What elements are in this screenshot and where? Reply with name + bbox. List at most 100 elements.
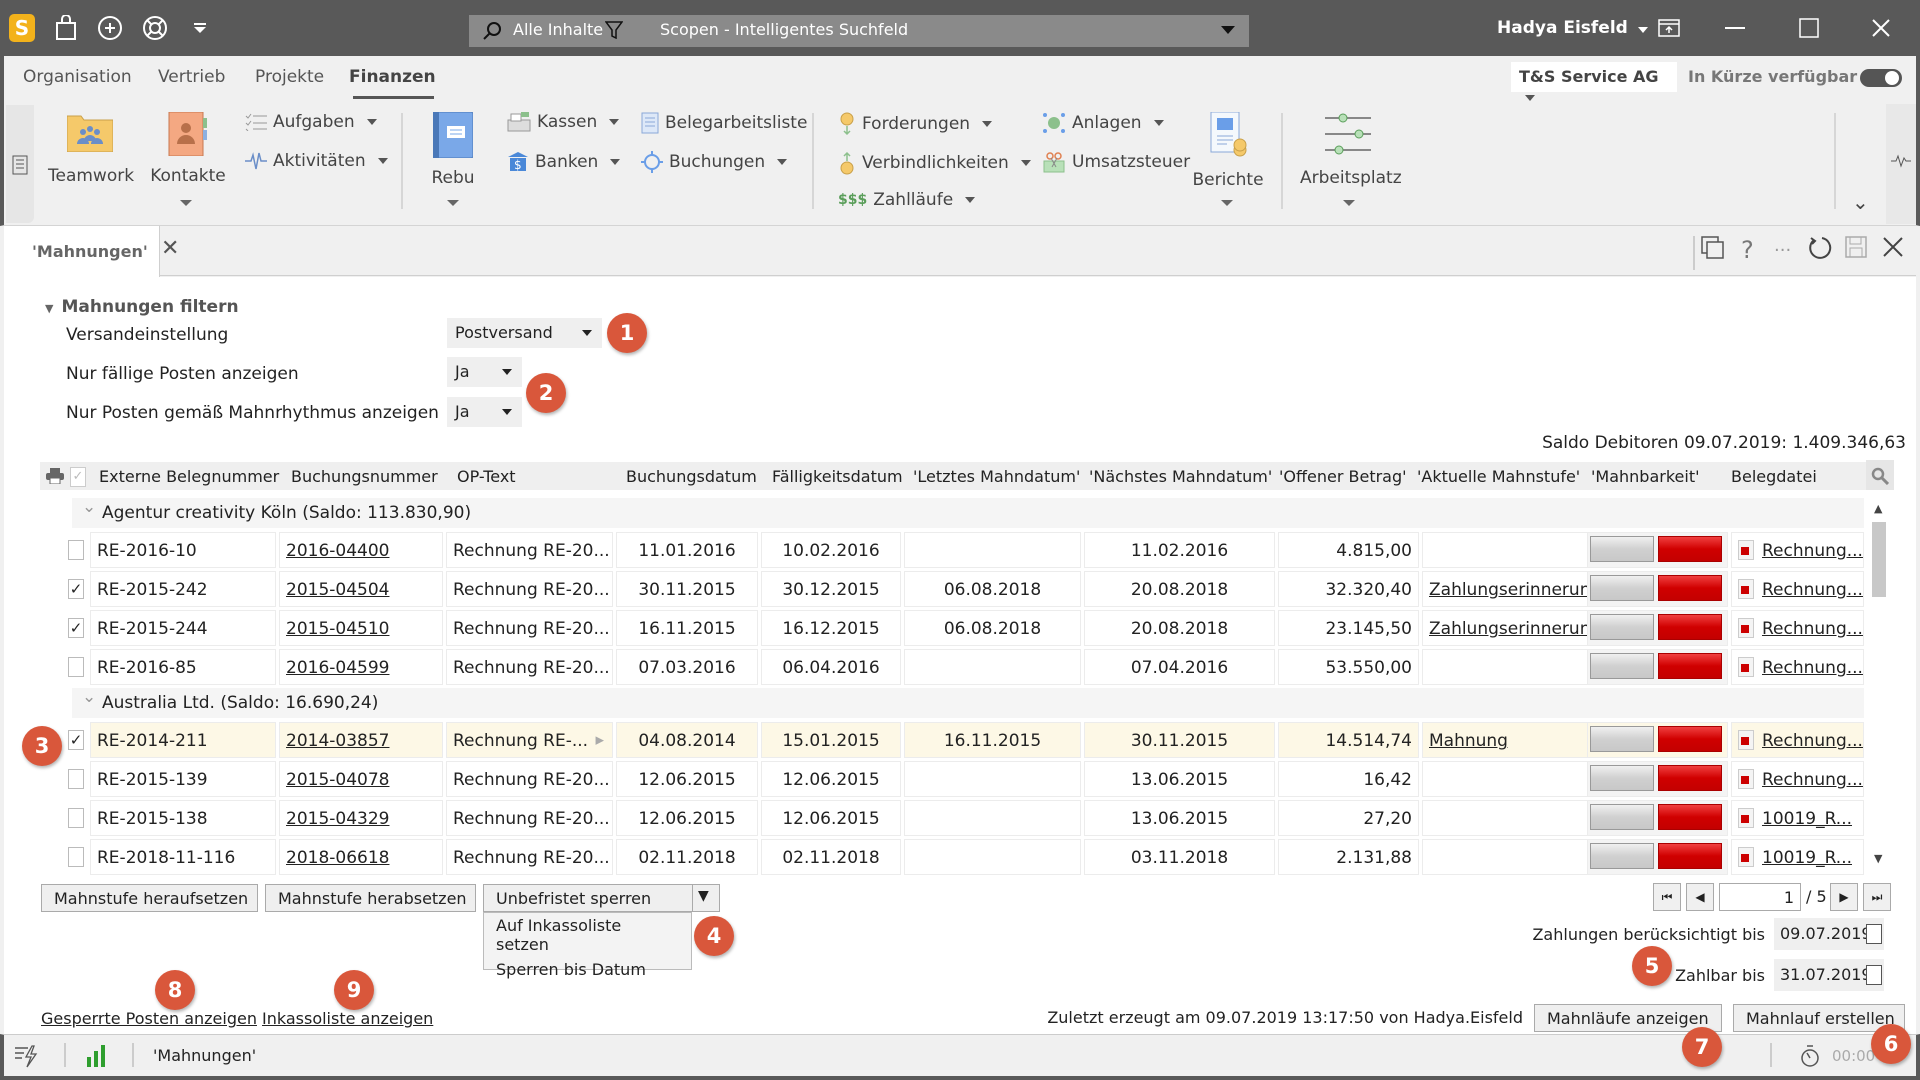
chevron-down-icon[interactable] bbox=[1221, 200, 1233, 206]
cell-buchungsnummer[interactable]: 2014-03857 bbox=[279, 722, 443, 758]
quick-actions-icon[interactable] bbox=[14, 1044, 38, 1073]
search-field[interactable]: Alle Inhalte Scopen - Intelligentes Such… bbox=[469, 15, 1249, 47]
more-options-icon[interactable]: ··· bbox=[1774, 240, 1791, 261]
table-row[interactable]: RE-2016-85 2016-04599 Rechnung RE-20... 07.… bbox=[68, 649, 1864, 685]
ribbon-buchungen-button[interactable]: Buchungen bbox=[641, 151, 788, 173]
cell-buchungsnummer[interactable]: 2015-04078 bbox=[279, 761, 443, 797]
cell-aktuelle-mahnstufe-text[interactable]: Mahnung bbox=[1429, 731, 1508, 751]
ribbon-arbeitsplatz-button[interactable]: Arbeitsplatz bbox=[1300, 112, 1402, 188]
column-header-buchungsdatum[interactable]: Buchungsdatum bbox=[626, 467, 757, 486]
refresh-icon[interactable] bbox=[1808, 236, 1832, 266]
print-icon[interactable] bbox=[46, 468, 64, 489]
menu-item-inkassoliste[interactable]: Auf Inkassoliste setzen bbox=[484, 913, 691, 957]
scroll-down-icon[interactable]: ▼ bbox=[1874, 852, 1882, 865]
cell-aktuelle-mahnstufe[interactable] bbox=[1422, 800, 1592, 836]
cell-buchungsnummer-text[interactable]: 2015-04329 bbox=[286, 809, 389, 829]
cell-buchungsnummer-text[interactable]: 2018-06618 bbox=[286, 848, 389, 868]
ribbon-sidebar-toggle[interactable] bbox=[6, 105, 34, 223]
cell-aktuelle-mahnstufe[interactable] bbox=[1422, 839, 1592, 875]
group-row[interactable]: Australia Ltd. (Saldo: 16.690,24) bbox=[72, 687, 1864, 718]
lower-dunning-level-button[interactable]: Mahnstufe herabsetzen bbox=[265, 884, 476, 912]
expand-arrow-icon[interactable]: ▸ bbox=[595, 730, 604, 750]
cell-buchungsnummer[interactable]: 2015-04329 bbox=[279, 800, 443, 836]
column-header-aktuelle-mahnstufe[interactable]: 'Aktuelle Mahnstufe' bbox=[1417, 467, 1580, 486]
row-checkbox[interactable] bbox=[68, 847, 84, 867]
quick-access-dropdown-icon[interactable] bbox=[186, 14, 214, 42]
ribbon-verbindlichkeiten-button[interactable]: Verbindlichkeiten bbox=[838, 151, 1031, 175]
table-search-button[interactable] bbox=[1866, 460, 1894, 490]
cell-belegdatei[interactable]: Rechnung... bbox=[1731, 571, 1864, 607]
chevron-down-icon[interactable] bbox=[180, 200, 192, 206]
document-link[interactable]: Rechnung... bbox=[1762, 731, 1863, 751]
column-header-offener-betrag[interactable]: 'Offener Betrag' bbox=[1279, 467, 1407, 486]
lock-dropdown-icon[interactable]: ▼ bbox=[698, 888, 709, 904]
availability-toggle[interactable] bbox=[1860, 69, 1902, 87]
row-checkbox[interactable]: ✓ bbox=[68, 730, 84, 750]
cell-buchungsnummer-text[interactable]: 2016-04599 bbox=[286, 658, 389, 678]
document-link[interactable]: Rechnung... bbox=[1762, 658, 1863, 678]
ribbon-zahllaeufe-button[interactable]: $$$ Zahlläufe bbox=[838, 190, 976, 210]
scrollbar-thumb[interactable] bbox=[1872, 522, 1886, 597]
help-icon[interactable]: ? bbox=[1741, 236, 1754, 264]
column-header-mahnbarkeit[interactable]: 'Mahnbarkeit' bbox=[1591, 467, 1699, 486]
cell-aktuelle-mahnstufe-text[interactable]: Zahlungserinnerung bbox=[1429, 619, 1591, 639]
payable-until-date[interactable]: 31.07.2019 bbox=[1774, 959, 1884, 991]
document-link[interactable]: Rechnung... bbox=[1762, 541, 1863, 561]
shopping-bag-icon[interactable] bbox=[52, 14, 80, 42]
versandeinstellung-select[interactable]: Postversand bbox=[447, 318, 602, 348]
table-row[interactable]: ✓ RE-2015-244 2015-04510 Rechnung RE-20... 1… bbox=[68, 610, 1864, 646]
close-tab-icon[interactable]: ✕ bbox=[161, 236, 179, 261]
ribbon-aufgaben-button[interactable]: Aufgaben bbox=[245, 112, 377, 132]
vertical-scrollbar[interactable]: ▲ ▼ bbox=[1868, 500, 1892, 870]
user-menu[interactable]: Hadya Eisfeld bbox=[1497, 18, 1648, 38]
new-window-icon[interactable] bbox=[1701, 236, 1725, 266]
column-header-externe-belegnummer[interactable]: Externe Belegnummer bbox=[99, 467, 279, 486]
maximize-button[interactable] bbox=[1786, 10, 1832, 46]
ribbon-kontakte-button[interactable]: Kontakte bbox=[148, 111, 228, 186]
row-checkbox[interactable] bbox=[68, 540, 84, 560]
group-row[interactable]: Agentur creativity Köln (Saldo: 113.830,… bbox=[72, 497, 1864, 528]
add-icon[interactable] bbox=[96, 14, 124, 42]
expand-ribbon-icon[interactable]: ⌄ bbox=[1852, 190, 1869, 214]
column-header-letztes-mahndatum[interactable]: 'Letztes Mahndatum' bbox=[913, 467, 1080, 486]
chevron-down-icon[interactable] bbox=[1343, 200, 1355, 206]
close-document-icon[interactable] bbox=[1882, 236, 1904, 264]
column-header-faelligkeitsdatum[interactable]: Fälligkeitsdatum bbox=[772, 467, 903, 486]
cell-buchungsnummer-text[interactable]: 2015-04510 bbox=[286, 619, 389, 639]
scroll-up-icon[interactable]: ▲ bbox=[1874, 502, 1882, 515]
cell-belegdatei[interactable]: Rechnung... bbox=[1731, 722, 1864, 758]
page-number-input[interactable]: 1 bbox=[1719, 883, 1801, 911]
first-page-button[interactable]: ⏮ bbox=[1653, 883, 1681, 911]
ribbon-kassen-button[interactable]: Kassen bbox=[507, 112, 620, 132]
cell-belegdatei[interactable]: Rechnung... bbox=[1731, 532, 1864, 568]
calendar-icon[interactable] bbox=[1866, 924, 1882, 944]
document-link[interactable]: 10019_R... bbox=[1762, 809, 1852, 829]
cell-buchungsnummer[interactable]: 2015-04510 bbox=[279, 610, 443, 646]
cell-buchungsnummer[interactable]: 2015-04504 bbox=[279, 571, 443, 607]
row-checkbox[interactable]: ✓ bbox=[68, 618, 84, 638]
app-logo[interactable]: S bbox=[9, 14, 35, 42]
cell-buchungsnummer-text[interactable]: 2015-04504 bbox=[286, 580, 389, 600]
cell-aktuelle-mahnstufe[interactable]: Zahlungserinnerung bbox=[1422, 571, 1592, 607]
row-checkbox[interactable] bbox=[68, 808, 84, 828]
document-link[interactable]: Rechnung... bbox=[1762, 580, 1863, 600]
column-header-naechstes-mahndatum[interactable]: 'Nächstes Mahndatum' bbox=[1089, 467, 1272, 486]
company-select[interactable]: T&S Service AG bbox=[1511, 62, 1677, 101]
cell-aktuelle-mahnstufe[interactable]: Zahlungserinnerung bbox=[1422, 610, 1592, 646]
table-row[interactable]: RE-2015-138 2015-04329 Rechnung RE-20... 12… bbox=[68, 800, 1864, 836]
cell-belegdatei[interactable]: 10019_R... bbox=[1731, 839, 1864, 875]
column-header-buchungsnummer[interactable]: Buchungsnummer bbox=[291, 467, 438, 486]
table-row[interactable]: RE-2016-10 2016-04400 Rechnung RE-20... 11.… bbox=[68, 532, 1864, 568]
help-lifebuoy-icon[interactable] bbox=[141, 14, 169, 42]
search-scope[interactable]: Alle Inhalte bbox=[513, 20, 603, 39]
document-link[interactable]: 10019_R... bbox=[1762, 848, 1852, 868]
ribbon-anlagen-button[interactable]: Anlagen bbox=[1042, 112, 1164, 134]
cell-buchungsnummer-text[interactable]: 2016-04400 bbox=[286, 541, 389, 561]
side-panel-toggle[interactable] bbox=[1886, 104, 1916, 224]
cell-buchungsnummer[interactable]: 2018-06618 bbox=[279, 839, 443, 875]
menu-item-sperren-bis-datum[interactable]: Sperren bis Datum bbox=[484, 957, 691, 982]
raise-dunning-level-button[interactable]: Mahnstufe heraufsetzen bbox=[41, 884, 258, 912]
ribbon-banken-button[interactable]: $ Banken bbox=[507, 151, 621, 173]
row-checkbox[interactable] bbox=[68, 657, 84, 677]
calendar-icon[interactable] bbox=[1866, 965, 1882, 985]
